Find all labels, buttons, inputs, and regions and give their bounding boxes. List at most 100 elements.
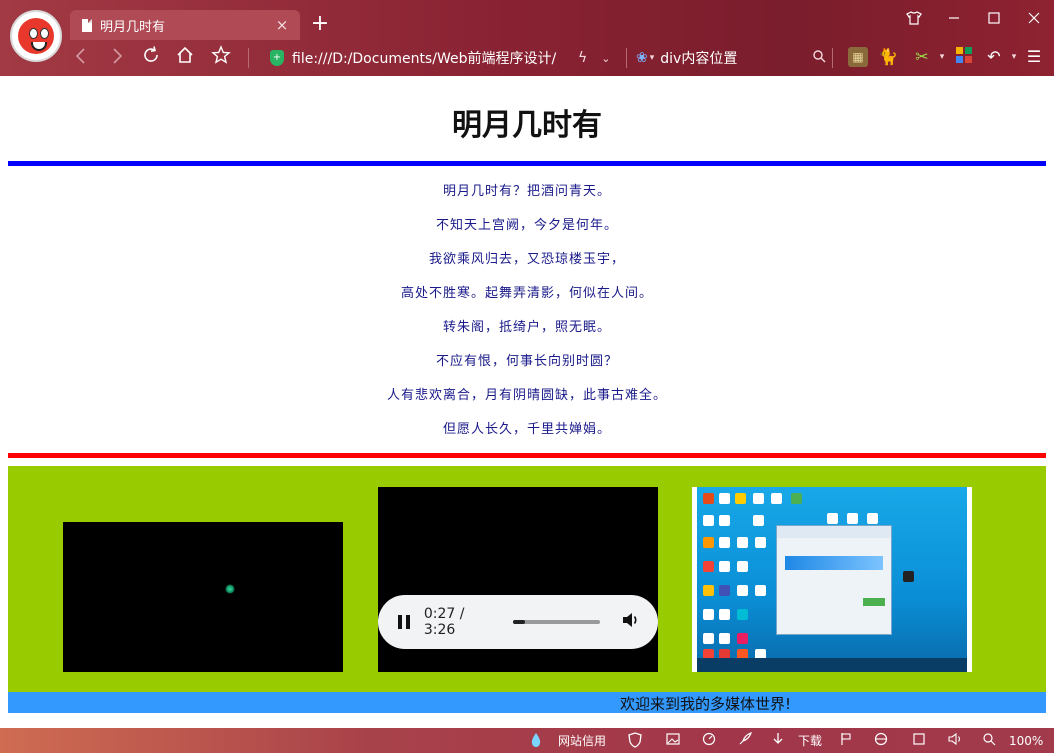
chevron-down-icon[interactable]: ▾	[932, 47, 952, 67]
chevron-down-icon[interactable]: ▾	[1004, 47, 1024, 67]
logo-eye	[40, 28, 49, 39]
desktop-icon	[737, 633, 748, 644]
welcome-text: 欢迎来到我的多媒体世界!	[620, 695, 792, 713]
flag-icon[interactable]	[840, 732, 852, 750]
desktop-icon	[827, 513, 838, 524]
site-credit-label[interactable]: 网站信用	[558, 732, 606, 750]
apps-grid-icon[interactable]	[954, 47, 974, 67]
address-url[interactable]: file:///D:/Documents/Web前端程序设计/	[292, 48, 562, 68]
browser-statusbar: 网站信用 下载 100%	[0, 728, 1054, 753]
audio-video-player[interactable]: 0:27 / 3:26	[378, 487, 658, 672]
maximize-icon[interactable]	[974, 8, 1014, 32]
dialog-progress	[785, 556, 883, 570]
paw-icon[interactable]: ❀	[636, 50, 648, 66]
logo-mouth	[31, 42, 47, 51]
close-icon[interactable]	[1014, 8, 1054, 32]
volume-icon[interactable]	[622, 612, 640, 632]
back-icon[interactable]	[66, 44, 96, 72]
undo-icon[interactable]: ↶	[984, 47, 1004, 67]
search-box[interactable]: ❀ ▾ div内容位置	[636, 44, 826, 72]
poem-line: 高处不胜寒。起舞弄清影，何似在人间。	[400, 286, 653, 301]
desktop-icon	[753, 493, 764, 504]
desktop-icon	[703, 537, 714, 548]
download-icon[interactable]	[772, 732, 784, 750]
new-tab-button[interactable]: +	[308, 10, 332, 38]
desktop-icon	[703, 633, 714, 644]
desktop-icon	[719, 515, 730, 526]
forward-icon[interactable]	[102, 44, 132, 72]
speaker-icon[interactable]	[948, 732, 964, 750]
poem-line: 人有悲欢离合，月有阴晴圆缺，此事古难全。	[386, 388, 667, 403]
desktop-icon	[703, 561, 714, 572]
shield-icon: +	[270, 50, 284, 66]
refresh-icon[interactable]	[136, 44, 166, 72]
image-icon[interactable]	[666, 732, 680, 750]
blue-rule	[8, 161, 1046, 166]
scissors-icon[interactable]: ✂	[912, 47, 932, 67]
dialog-titlebar	[777, 526, 891, 538]
desktop-icon	[847, 513, 858, 524]
browser-tab[interactable]: 明月几时有 ×	[70, 10, 300, 40]
toolbar-divider	[626, 48, 627, 68]
browser-logo[interactable]	[10, 10, 62, 62]
desktop-icon	[755, 537, 766, 548]
desktop-icon	[703, 585, 714, 596]
window-icon[interactable]	[912, 732, 926, 750]
zoom-icon[interactable]	[982, 732, 996, 750]
page-content: 明月几时有 明月几时有？把酒问青天。 不知天上宫阙，今夕是何年。 我欲乘风归去，…	[0, 76, 1054, 728]
desktop-icon	[703, 515, 714, 526]
seek-bar[interactable]	[513, 620, 600, 624]
download-label[interactable]: 下载	[798, 732, 822, 750]
rocket-icon[interactable]	[738, 732, 752, 750]
favorite-star-icon[interactable]	[206, 44, 236, 72]
shield-icon[interactable]	[628, 732, 642, 750]
page-title: 明月几时有	[452, 108, 602, 143]
desktop-icon	[791, 493, 802, 504]
poem-line: 但愿人长久，千里共婵娟。	[442, 422, 611, 437]
desktop-icon	[719, 537, 730, 548]
speed-icon[interactable]	[702, 732, 716, 750]
desktop-icon	[771, 493, 782, 504]
poem: 明月几时有？把酒问青天。 不知天上宫阙，今夕是何年。 我欲乘风归去，又恐琼楼玉宇…	[8, 180, 1046, 452]
lightning-icon[interactable]: ϟ	[578, 50, 587, 66]
video-player[interactable]	[63, 522, 343, 672]
minimize-icon[interactable]	[934, 8, 974, 32]
home-icon[interactable]	[170, 44, 200, 72]
pause-icon[interactable]	[398, 615, 410, 629]
droplet-icon[interactable]	[530, 732, 542, 750]
logo-eye	[29, 28, 38, 39]
desktop-icon	[737, 585, 748, 596]
menu-icon[interactable]: ☰	[1024, 47, 1044, 67]
poem-line: 转朱阁，抵绮户，照无眠。	[442, 320, 611, 335]
seek-bar-fill	[513, 620, 525, 624]
desktop-icon	[753, 515, 764, 526]
tab-close-icon[interactable]: ×	[272, 16, 292, 34]
document-icon	[82, 18, 92, 32]
chevron-down-icon[interactable]: ⌄	[601, 52, 610, 65]
desktop-icon	[735, 493, 746, 504]
red-rule	[8, 453, 1046, 458]
media-section: 0:27 / 3:26	[8, 466, 1046, 692]
browser-e-icon[interactable]	[874, 732, 888, 750]
chevron-down-icon[interactable]: ▾	[650, 53, 655, 63]
desktop-icon	[719, 493, 730, 504]
cat-icon[interactable]: 🐈	[878, 47, 898, 67]
desktop-icon	[719, 633, 730, 644]
installer-dialog	[776, 525, 892, 635]
tab-title: 明月几时有	[100, 19, 166, 35]
logo-face	[18, 18, 54, 54]
media-controls[interactable]: 0:27 / 3:26	[378, 595, 658, 649]
desktop-screenshot	[697, 487, 967, 672]
dialog-button	[863, 598, 885, 606]
desktop-icon	[737, 561, 748, 572]
extension-icon[interactable]: ▦	[848, 47, 868, 67]
poem-line: 不应有恨，何事长向别时圆？	[435, 354, 618, 369]
search-icon[interactable]	[812, 49, 826, 67]
desktop-icon	[719, 561, 730, 572]
toolbar-divider	[248, 48, 249, 68]
address-bar[interactable]: + file:///D:/Documents/Web前端程序设计/ ϟ ⌄	[262, 44, 622, 72]
tshirt-icon[interactable]	[894, 8, 934, 32]
zoom-level[interactable]: 100%	[1009, 732, 1043, 750]
video-frame-spark	[225, 584, 235, 594]
search-input[interactable]: div内容位置	[660, 48, 812, 68]
